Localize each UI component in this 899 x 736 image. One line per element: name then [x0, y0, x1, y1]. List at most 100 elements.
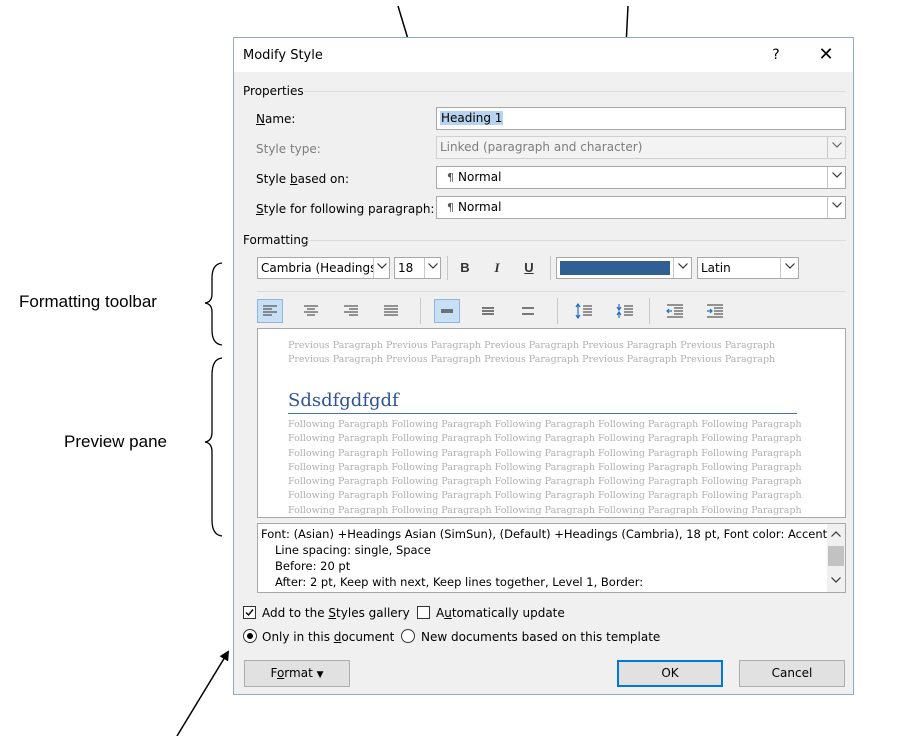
font-color-swatch [560, 261, 670, 275]
single-spacing-button[interactable] [434, 299, 460, 323]
preview-following-line: Following Paragraph Following Paragraph … [288, 490, 802, 502]
preview-following-line: Following Paragraph Following Paragraph … [288, 419, 802, 430]
font-size-select[interactable]: 18 [394, 257, 441, 279]
font-color-dropdown-button[interactable] [673, 258, 691, 278]
preview-following-paragraphs: Following Paragraph Following Paragraph … [288, 418, 802, 517]
modify-style-dialog: Modify Style ? ✕ Properties Name: Headin… [233, 37, 854, 695]
description-scrollbar[interactable] [827, 524, 845, 592]
increase-indent-button[interactable] [702, 299, 728, 323]
based-on-select[interactable]: ¶ Normal [436, 166, 846, 189]
close-button[interactable]: ✕ [815, 44, 837, 65]
scroll-down-icon[interactable] [831, 577, 841, 583]
scrollbar-thumb[interactable] [828, 546, 844, 566]
preview-following-line: Following Paragraph Following Paragraph … [288, 504, 802, 516]
description-line: Font: (Asian) +Headings Asian (SimSun), … [261, 527, 839, 541]
based-on-dropdown-button[interactable] [827, 167, 845, 188]
align-center-button[interactable] [298, 299, 324, 323]
checkmark-icon [245, 609, 254, 617]
add-to-gallery-label[interactable]: Add to the Styles gallery [262, 606, 410, 620]
style-description: Font: (Asian) +Headings Asian (SimSun), … [257, 523, 846, 593]
font-size-dropdown-button[interactable] [424, 258, 440, 278]
name-field[interactable]: Heading 1 [436, 107, 846, 130]
preview-following-line: Following Paragraph Following Paragraph … [288, 433, 802, 445]
auto-update-checkbox[interactable] [417, 606, 430, 619]
align-right-button[interactable] [338, 299, 364, 323]
only-this-document-label[interactable]: Only in this document [262, 630, 394, 644]
following-paragraph-select[interactable]: ¶ Normal [436, 196, 846, 219]
formatting-divider [306, 240, 846, 241]
increase-indent-icon [707, 304, 723, 317]
italic-button[interactable]: I [484, 256, 510, 280]
properties-divider [304, 91, 846, 92]
preview-previous-paragraph: Previous Paragraph Previous Paragraph Pr… [288, 340, 776, 366]
increase-paragraph-spacing-button[interactable] [571, 299, 597, 323]
align-left-button[interactable] [257, 299, 283, 323]
decrease-indent-icon [666, 304, 683, 317]
justify-icon [384, 305, 398, 315]
properties-section-label: Properties [243, 84, 304, 98]
following-paragraph-value: Normal [458, 200, 502, 214]
toolbar-separator [557, 298, 558, 324]
description-line: Line spacing: single, Space [275, 543, 431, 557]
one-half-spacing-button[interactable] [475, 299, 501, 323]
toolbar-row-divider [257, 291, 846, 292]
name-label: Name: [256, 112, 296, 126]
title-bar: Modify Style ? ✕ [234, 38, 853, 72]
single-spacing-icon [441, 308, 453, 313]
preview-following-line: Following Paragraph Following Paragraph … [288, 447, 802, 459]
script-value: Latin [701, 261, 731, 275]
help-button[interactable]: ? [767, 47, 785, 63]
auto-update-label[interactable]: Automatically update [436, 606, 565, 620]
double-spacing-button[interactable] [515, 299, 541, 323]
based-on-label: Style based on: [256, 172, 350, 186]
script-select[interactable]: Latin [697, 257, 799, 279]
formatting-section-label: Formatting [243, 233, 309, 247]
preview-heading: Sdsdfgdfgdf [288, 391, 797, 414]
chevron-down-icon [832, 142, 842, 148]
double-spacing-icon [522, 306, 534, 315]
dialog-title: Modify Style [243, 48, 323, 63]
radio-selected-dot [247, 633, 253, 639]
decrease-paragraph-spacing-button[interactable] [612, 299, 638, 323]
format-button[interactable]: Format ▼ [244, 660, 350, 687]
only-this-document-radio[interactable] [243, 629, 257, 643]
paragraph-mark-icon: ¶ [447, 171, 454, 184]
following-paragraph-dropdown-button[interactable] [827, 197, 845, 218]
underline-button[interactable]: U [516, 256, 542, 280]
bold-button[interactable]: B [452, 256, 478, 280]
style-type-dropdown-button [827, 137, 845, 158]
description-line: Before: 20 pt [275, 559, 351, 573]
based-on-value: Normal [458, 170, 502, 184]
new-documents-radio[interactable] [401, 629, 415, 643]
chevron-down-icon [428, 263, 438, 269]
preview-following-line: Following Paragraph Following Paragraph … [288, 476, 802, 488]
cancel-button[interactable]: Cancel [739, 660, 845, 687]
preview-pane-callout: Preview pane [64, 432, 168, 451]
add-to-gallery-checkbox[interactable] [243, 606, 256, 619]
brace-formatting-toolbar [204, 262, 223, 346]
align-center-icon [304, 305, 318, 315]
new-documents-label[interactable]: New documents based on this template [421, 630, 660, 644]
script-dropdown-button[interactable] [780, 258, 798, 278]
description-line: After: 2 pt, Keep with next, Keep lines … [275, 575, 644, 589]
justify-button[interactable] [378, 299, 404, 323]
following-paragraph-label: Style for following paragraph: [256, 202, 435, 216]
increase-spacing-icon [575, 302, 592, 319]
chevron-down-icon [832, 202, 842, 208]
font-name-select[interactable]: Cambria (Headings) [257, 257, 390, 279]
scroll-up-icon[interactable] [831, 531, 841, 537]
font-name-value: Cambria (Headings) [261, 261, 382, 275]
font-name-dropdown-button[interactable] [373, 258, 389, 278]
ok-button[interactable]: OK [617, 660, 723, 687]
style-type-select: Linked (paragraph and character) [436, 136, 846, 159]
decrease-spacing-icon [616, 303, 633, 318]
arrow-to-format-button [176, 650, 230, 736]
decrease-indent-button[interactable] [662, 299, 688, 323]
toolbar-separator [420, 298, 421, 324]
brace-preview-pane [204, 357, 223, 537]
font-color-select[interactable] [556, 257, 692, 279]
formatting-toolbar-callout: Formatting toolbar [19, 292, 157, 311]
chevron-down-icon [832, 172, 842, 178]
toolbar-separator [447, 256, 448, 280]
style-type-value: Linked (paragraph and character) [440, 140, 643, 154]
